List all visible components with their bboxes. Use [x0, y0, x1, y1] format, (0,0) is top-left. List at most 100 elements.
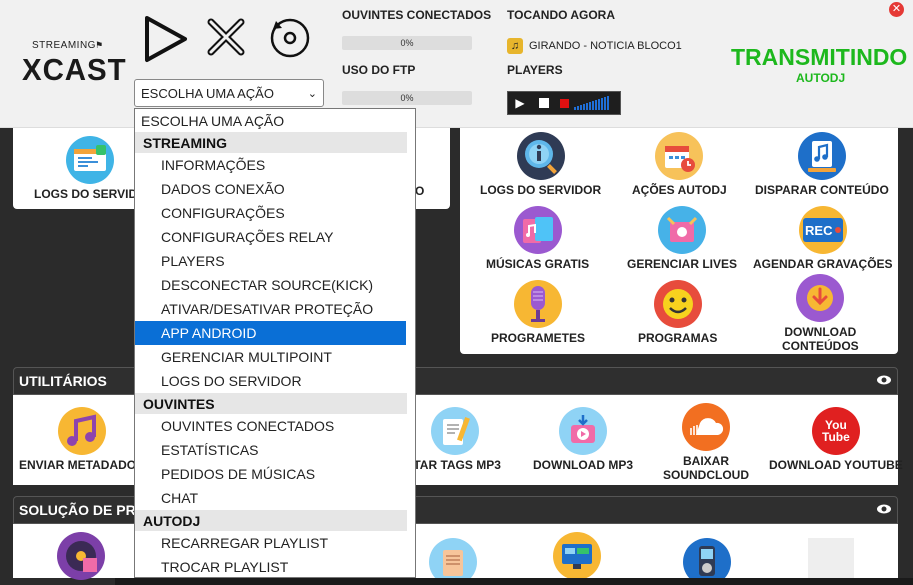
- dropdown-option-informacoes[interactable]: INFORMAÇÕES: [135, 153, 415, 177]
- player-rec-icon[interactable]: [556, 92, 572, 114]
- dropdown-option-recarregar-playlist[interactable]: RECARREGAR PLAYLIST: [135, 531, 415, 555]
- tile-vinyl[interactable]: [57, 532, 105, 580]
- action-dropdown-list[interactable]: ESCOLHA UMA AÇÃO STREAMING INFORMAÇÕES D…: [134, 108, 416, 578]
- player-play-icon[interactable]: ▶: [508, 92, 532, 114]
- code-window-icon: [66, 136, 115, 184]
- info-icon: [516, 132, 565, 180]
- tile-label: DOWNLOAD MP3: [533, 458, 633, 472]
- tile-label: BAIXAR SOUNDCLOUD: [663, 454, 749, 482]
- music-notes-icon: [57, 407, 106, 455]
- microphone-icon: [514, 280, 562, 328]
- tile-download-mp3[interactable]: DOWNLOAD MP3: [533, 407, 633, 472]
- tile-label: ENVIAR METADADOS: [19, 458, 145, 472]
- dropdown-option-app-android[interactable]: APP ANDROID: [135, 321, 406, 345]
- dropdown-option-chat[interactable]: CHAT: [135, 486, 415, 510]
- player-stop-icon[interactable]: [532, 92, 556, 114]
- tile-label: DOWNLOAD CONTEÚDOS: [782, 325, 859, 353]
- ftp-label: USO DO FTP: [342, 63, 416, 77]
- chevron-down-icon: ⌄: [307, 87, 317, 100]
- tile-agendar-gravacoes[interactable]: REC AGENDAR GRAVAÇÕES: [753, 206, 893, 271]
- tile-baixar-soundcloud[interactable]: BAIXAR SOUNDCLOUD: [663, 403, 749, 482]
- dropdown-option-pedidos-musicas[interactable]: PEDIDOS DE MÚSICAS: [135, 462, 415, 486]
- tile-label: PROGRAMAS: [638, 331, 718, 345]
- dropdown-option-gerenciar-multipoint[interactable]: GERENCIAR MULTIPOINT: [135, 345, 415, 369]
- listeners-progress: 0%: [342, 36, 472, 50]
- dropdown-option-ativar-protecao[interactable]: ATIVAR/DESATIVAR PROTEÇÃO: [135, 297, 415, 321]
- dropdown-option-players[interactable]: PLAYERS: [135, 249, 415, 273]
- tile-programas[interactable]: PROGRAMAS: [638, 280, 717, 345]
- calendar-icon: [655, 132, 704, 180]
- dropdown-option-logs-servidor[interactable]: LOGS DO SERVIDOR: [135, 369, 415, 393]
- dropdown-group-ouvintes: OUVINTES: [135, 393, 407, 414]
- mini-player: ▶: [507, 91, 621, 115]
- ftp-progress: 0%: [342, 91, 472, 105]
- tile-label: MÚSICAS GRATIS: [486, 257, 590, 271]
- logo-flag-icon: ⚑: [95, 40, 104, 50]
- tile-label: GERENCIAR LIVES: [627, 257, 738, 271]
- placeholder-tile: [808, 538, 854, 578]
- youtube-icon: You Tube: [811, 407, 860, 455]
- vinyl-icon: [57, 532, 105, 580]
- tile-enviar-metadados[interactable]: ENVIAR METADADOS: [19, 407, 144, 472]
- tile-label: AÇÕES AUTODJ: [632, 183, 727, 197]
- section-title: SOLUÇÃO DE PRO: [19, 502, 147, 518]
- smiley-icon: [653, 280, 702, 328]
- live-icon: [658, 206, 706, 254]
- disconnect-x-icon[interactable]: [205, 16, 247, 58]
- listeners-label: OUVINTES CONECTADOS: [342, 8, 492, 22]
- now-playing-row: ♫ GIRANDO - NOTICIA BLOCO1: [507, 38, 682, 54]
- action-select-value: ESCOLHA UMA AÇÃO: [141, 85, 274, 101]
- dropdown-option-ouvintes-conectados[interactable]: OUVINTES CONECTADOS: [135, 414, 415, 438]
- play-icon[interactable]: [141, 14, 189, 64]
- now-playing-label: TOCANDO AGORA: [507, 8, 615, 22]
- tile-logs-servidor-left[interactable]: LOGS DO SERVIDO: [34, 136, 146, 201]
- monitor-icon: [553, 532, 601, 580]
- dropdown-option-dados-conexao[interactable]: DADOS CONEXÃO: [135, 177, 415, 201]
- close-icon[interactable]: ✕: [889, 2, 904, 17]
- eye-icon[interactable]: [877, 375, 891, 385]
- tile-logs-servidor[interactable]: LOGS DO SERVIDOR: [480, 132, 601, 197]
- rec-icon: REC: [798, 206, 847, 254]
- dropdown-option-estatisticas[interactable]: ESTATÍSTICAS: [135, 438, 415, 462]
- bottom-strip: [115, 578, 913, 585]
- music-folder-icon: [513, 206, 562, 254]
- section-title: UTILITÁRIOS: [19, 373, 107, 389]
- tile-label: AGENDAR GRAVAÇÕES: [753, 257, 893, 271]
- action-select[interactable]: ESCOLHA UMA AÇÃO ⌄: [134, 79, 324, 107]
- logo-streaming-text: STREAMING: [32, 40, 96, 51]
- tile-label-fragment: O: [415, 184, 425, 198]
- dropdown-group-autodj: AUTODJ: [135, 510, 407, 531]
- dropdown-option-configuracoes-relay[interactable]: CONFIGURAÇÕES RELAY: [135, 225, 415, 249]
- tile-editar-tags-mp3[interactable]: ITAR TAGS MP3: [410, 407, 501, 472]
- tile-label: DOWNLOAD YOUTUBE: [769, 458, 903, 472]
- dropdown-option-configuracoes[interactable]: CONFIGURAÇÕES: [135, 201, 415, 225]
- tile-label: PROGRAMETES: [491, 331, 586, 345]
- tile-monitor[interactable]: [553, 532, 601, 580]
- tile-programetes[interactable]: PROGRAMETES: [491, 280, 585, 345]
- tile-label: LOGS DO SERVIDO: [34, 187, 147, 201]
- tile-gerenciar-lives[interactable]: GERENCIAR LIVES: [627, 206, 737, 271]
- download-mp3-icon: [559, 407, 607, 455]
- dropdown-group-streaming: STREAMING: [135, 132, 407, 153]
- player-volume-bars[interactable]: [574, 96, 609, 110]
- tile-label: ITAR TAGS MP3: [410, 458, 501, 472]
- relay-disc-icon[interactable]: [268, 16, 312, 60]
- soundcloud-icon: [682, 403, 730, 451]
- tile-download-youtube[interactable]: You Tube DOWNLOAD YOUTUBE: [769, 407, 903, 472]
- eye-icon[interactable]: [877, 504, 891, 514]
- tile-acoes-autodj[interactable]: AÇÕES AUTODJ: [632, 132, 727, 197]
- now-playing-track: GIRANDO - NOTICIA BLOCO1: [529, 40, 682, 52]
- tile-label: LOGS DO SERVIDOR: [480, 183, 602, 197]
- dropdown-option-trocar-playlist[interactable]: TROCAR PLAYLIST: [135, 555, 415, 577]
- players-label: PLAYERS: [507, 63, 563, 77]
- dropdown-option-escolha[interactable]: ESCOLHA UMA AÇÃO: [135, 109, 415, 132]
- music-note-icon: ♫: [507, 38, 523, 54]
- tile-download-conteudos[interactable]: DOWNLOAD CONTEÚDOS: [782, 274, 859, 353]
- dropdown-option-desconectar-source[interactable]: DESCONECTAR SOURCE(KICK): [135, 273, 415, 297]
- tile-musicas-gratis[interactable]: MÚSICAS GRATIS: [486, 206, 589, 271]
- music-file-icon: [797, 132, 846, 180]
- tile-disparar-conteudo[interactable]: DISPARAR CONTEÚDO: [755, 132, 889, 197]
- status-transmitting: TRANSMITINDO: [731, 44, 908, 70]
- download-icon: [796, 274, 845, 322]
- status-autodj: AUTODJ: [796, 71, 846, 85]
